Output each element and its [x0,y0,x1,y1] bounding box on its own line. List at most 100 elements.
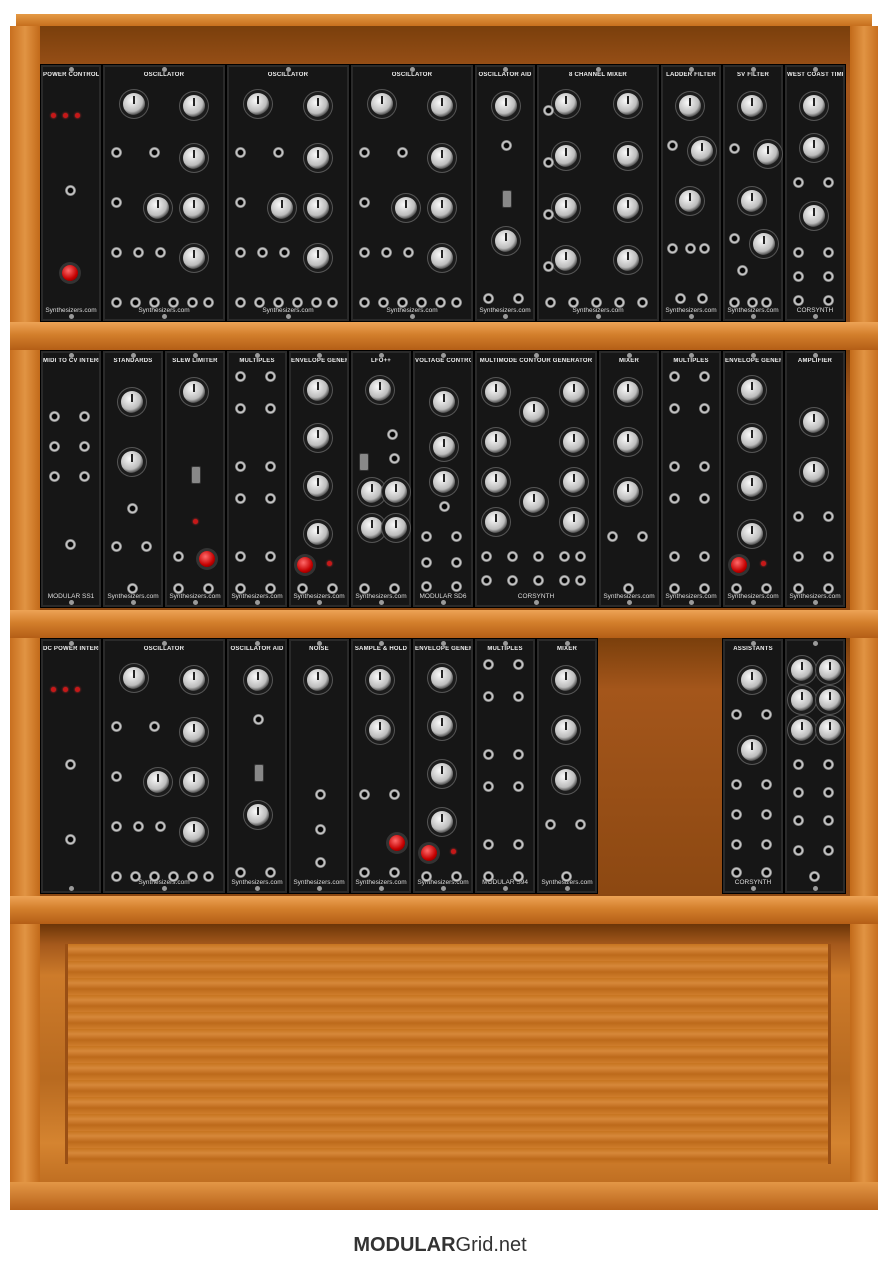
patch-jack[interactable] [127,583,138,594]
patch-jack[interactable] [49,411,60,422]
knob[interactable] [147,771,169,793]
patch-jack[interactable] [254,297,265,308]
toggle-switch[interactable] [502,190,512,208]
patch-jack[interactable] [111,541,122,552]
knob[interactable] [753,233,775,255]
patch-jack[interactable] [315,824,326,835]
knob[interactable] [183,821,205,843]
knob[interactable] [563,381,585,403]
module-mixer[interactable]: MIXER Synthesizers.com [598,350,660,608]
module-multiples[interactable]: MULTIPLES Synthesizers.com [226,350,288,608]
patch-jack[interactable] [823,177,834,188]
patch-jack[interactable] [731,779,742,790]
patch-jack[interactable] [543,261,554,272]
knob[interactable] [555,249,577,271]
patch-jack[interactable] [568,297,579,308]
knob[interactable] [385,517,407,539]
patch-jack[interactable] [761,583,772,594]
patch-jack[interactable] [235,583,246,594]
patch-jack[interactable] [235,147,246,158]
patch-jack[interactable] [667,140,678,151]
patch-jack[interactable] [273,147,284,158]
module-oscillator-aid[interactable]: OSCILLATOR AID Synthesizers.com [226,638,288,894]
module-ladder-filter[interactable]: LADDER FILTER Synthesizers.com [660,64,722,322]
module-west-coast-timbre[interactable]: WEST COAST TIMBRE CORSYNTH [784,64,846,322]
knob[interactable] [433,391,455,413]
patch-jack[interactable] [669,371,680,382]
patch-jack[interactable] [79,471,90,482]
patch-jack[interactable] [669,403,680,414]
knob[interactable] [803,95,825,117]
patch-jack[interactable] [513,749,524,760]
knob[interactable] [431,811,453,833]
module-unlabeled[interactable] [784,638,846,894]
module-dc-power-interface[interactable]: DC POWER INTERFACE [40,638,102,894]
patch-jack[interactable] [315,857,326,868]
patch-jack[interactable] [483,839,494,850]
patch-jack[interactable] [729,233,740,244]
patch-jack[interactable] [761,867,772,878]
patch-jack[interactable] [168,297,179,308]
knob[interactable] [183,721,205,743]
patch-jack[interactable] [173,583,184,594]
patch-jack[interactable] [685,243,696,254]
patch-jack[interactable] [731,709,742,720]
patch-jack[interactable] [327,583,338,594]
knob[interactable] [555,93,577,115]
patch-jack[interactable] [697,293,708,304]
knob[interactable] [433,471,455,493]
patch-jack[interactable] [359,297,370,308]
knob[interactable] [819,719,841,741]
red-button[interactable] [297,557,313,573]
knob[interactable] [247,804,269,826]
knob[interactable] [741,95,763,117]
patch-jack[interactable] [669,583,680,594]
patch-jack[interactable] [543,209,554,220]
patch-jack[interactable] [439,501,450,512]
knob[interactable] [803,461,825,483]
knob[interactable] [617,431,639,453]
module-amplifier[interactable]: AMPLIFIER Synthesizers.com [784,350,846,608]
module-assistants[interactable]: ASSISTANTS CORSYNTH [722,638,784,894]
patch-jack[interactable] [793,295,804,306]
knob[interactable] [555,197,577,219]
module-multiples[interactable]: MULTIPLES MODULAR S94 [474,638,536,894]
patch-jack[interactable] [533,575,544,586]
patch-jack[interactable] [111,771,122,782]
knob[interactable] [485,471,507,493]
patch-jack[interactable] [421,581,432,592]
knob[interactable] [523,491,545,513]
knob[interactable] [617,481,639,503]
patch-jack[interactable] [575,819,586,830]
knob[interactable] [121,391,143,413]
patch-jack[interactable] [793,845,804,856]
patch-jack[interactable] [607,531,618,542]
patch-jack[interactable] [737,265,748,276]
knob[interactable] [741,739,763,761]
patch-jack[interactable] [133,821,144,832]
knob[interactable] [183,95,205,117]
knob[interactable] [617,381,639,403]
knob[interactable] [307,475,329,497]
module-oscillator[interactable]: OSCILLATOR Synthesizers.com [350,64,474,322]
patch-jack[interactable] [823,551,834,562]
knob[interactable] [371,93,393,115]
module-8-channel-mixer[interactable]: 8 CHANNEL MIXER Synthesizers.com [536,64,660,322]
knob[interactable] [741,190,763,212]
knob[interactable] [307,379,329,401]
patch-jack[interactable] [614,297,625,308]
knob[interactable] [307,669,329,691]
patch-jack[interactable] [483,691,494,702]
patch-jack[interactable] [65,759,76,770]
patch-jack[interactable] [273,297,284,308]
patch-jack[interactable] [481,551,492,562]
patch-jack[interactable] [235,461,246,472]
patch-jack[interactable] [297,583,308,594]
patch-jack[interactable] [389,867,400,878]
patch-jack[interactable] [235,493,246,504]
patch-jack[interactable] [359,147,370,158]
knob[interactable] [431,197,453,219]
module-power-control[interactable]: POWER CONTROL Synthesizers.com [40,64,102,322]
module-oscillator[interactable]: OSCILLATOR Synthesizers.com [102,638,226,894]
patch-jack[interactable] [699,551,710,562]
